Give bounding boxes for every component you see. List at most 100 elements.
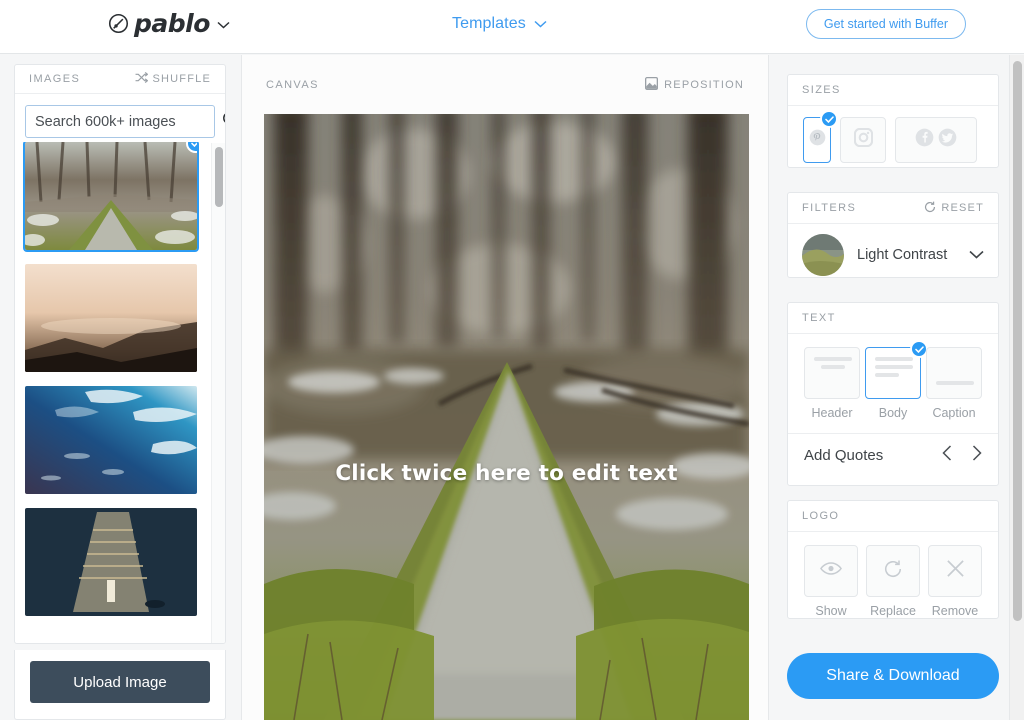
text-option-caption-preview <box>926 347 982 399</box>
pinterest-icon <box>809 129 826 151</box>
logo-show-label: Show <box>815 604 847 618</box>
chevron-left-icon[interactable] <box>942 445 952 466</box>
preview-bar <box>936 381 974 385</box>
search-field-wrapper[interactable] <box>25 105 225 138</box>
brand-wordmark: pablo <box>134 9 210 38</box>
get-started-with-buffer-button[interactable]: Get started with Buffer <box>805 9 966 39</box>
check-icon <box>820 110 838 128</box>
filters-card: FILTERS RESET Light Contrast <box>787 192 999 278</box>
templates-menu[interactable]: Templates <box>452 15 547 33</box>
filters-header: FILTERS RESET <box>788 193 998 224</box>
preview-bar <box>821 365 845 369</box>
image-thumbnail-list <box>15 142 225 643</box>
image-thumbnail-forest-path[interactable] <box>23 142 199 252</box>
canvas-column: CANVAS REPOSITION Click twice here to ed… <box>241 55 769 720</box>
sizes-card: SIZES <box>787 74 999 168</box>
brand-logo[interactable]: pablo <box>108 11 230 36</box>
preview-bar <box>814 357 852 361</box>
text-option-caption[interactable]: Caption <box>926 347 982 420</box>
share-and-download-button[interactable]: Share & Download <box>787 653 999 699</box>
twitter-icon <box>938 128 957 152</box>
text-title: TEXT <box>802 312 836 324</box>
filter-selected-name: Light Contrast <box>857 247 948 263</box>
filters-title: FILTERS <box>802 202 857 214</box>
images-panel-title: IMAGES <box>29 73 81 85</box>
reset-circle-icon <box>924 201 936 216</box>
text-option-header-preview <box>804 347 860 399</box>
quotes-arrows <box>942 445 982 466</box>
image-thumbnail-misty-mountain[interactable] <box>25 264 197 372</box>
image-thumbnail-stairway-light[interactable] <box>25 508 197 616</box>
sizes-options <box>788 106 998 163</box>
upload-zone: Upload Image <box>14 650 226 720</box>
logo-replace-box <box>866 545 920 597</box>
chevron-down-icon[interactable] <box>969 246 984 264</box>
instagram-icon <box>853 127 873 152</box>
facebook-icon <box>915 128 934 152</box>
logo-options: Show Replace Remove <box>788 532 998 618</box>
logo-remove-button[interactable]: Remove <box>928 545 982 618</box>
shuffle-label: SHUFFLE <box>152 73 211 85</box>
preview-bar <box>875 365 913 369</box>
text-option-header-label: Header <box>811 406 853 420</box>
size-option-pinterest[interactable] <box>803 110 838 163</box>
cta-label: Get started with Buffer <box>823 17 948 31</box>
top-bar: pablo Templates Get started with Buffer <box>0 0 1024 54</box>
filter-preview-thumbnail <box>802 234 844 276</box>
page-scrollbar[interactable] <box>1009 55 1024 720</box>
chevron-right-icon[interactable] <box>972 445 982 466</box>
canvas-header: CANVAS REPOSITION <box>242 55 768 114</box>
text-options: Header Body Caption <box>788 334 998 420</box>
logo-header: LOGO <box>788 501 998 532</box>
preview-bar <box>875 357 913 361</box>
search-icon[interactable] <box>222 111 225 133</box>
upload-image-button[interactable]: Upload Image <box>30 661 210 703</box>
logo-show-button[interactable]: Show <box>804 545 858 618</box>
canvas-title: CANVAS <box>266 78 319 91</box>
shuffle-button[interactable]: SHUFFLE <box>135 71 211 86</box>
logo-card: LOGO Show Replace Remove <box>787 500 999 619</box>
refresh-icon <box>883 559 903 584</box>
images-scrollbar[interactable] <box>211 143 225 643</box>
text-header: TEXT <box>788 303 998 334</box>
eye-icon <box>820 561 842 581</box>
text-card: TEXT Header Body Caption Add Quotes <box>787 302 999 486</box>
images-scrollbar-thumb[interactable] <box>215 147 223 207</box>
right-panel: SIZES FILTERS RESET Light Contrast TEXT … <box>770 55 1024 720</box>
logo-replace-button[interactable]: Replace <box>866 545 920 618</box>
text-option-body-preview <box>865 340 928 399</box>
logo-title: LOGO <box>802 510 840 522</box>
logo-remove-label: Remove <box>931 604 979 618</box>
filters-reset-button[interactable]: RESET <box>924 201 984 216</box>
add-quotes-label: Add Quotes <box>804 447 884 464</box>
size-option-facebook-twitter[interactable] <box>895 117 977 163</box>
logo-show-box <box>804 545 858 597</box>
close-x-icon <box>946 559 965 583</box>
reposition-button[interactable]: REPOSITION <box>645 76 744 93</box>
size-option-instagram[interactable] <box>840 117 886 163</box>
reposition-icon <box>645 76 659 93</box>
filter-selector[interactable]: Light Contrast <box>788 224 998 276</box>
filters-reset-label: RESET <box>941 202 984 214</box>
sizes-header: SIZES <box>788 75 998 106</box>
logo-replace-label: Replace <box>870 604 916 618</box>
search-input[interactable] <box>35 113 222 130</box>
chevron-down-icon[interactable] <box>217 16 230 34</box>
canvas-overlay-text[interactable]: Click twice here to edit text <box>264 461 749 486</box>
logo-remove-box <box>928 545 982 597</box>
page-scrollbar-thumb[interactable] <box>1013 61 1022 621</box>
reposition-label: REPOSITION <box>664 78 744 91</box>
text-option-body-label: Body <box>878 406 908 420</box>
shuffle-icon <box>135 71 149 86</box>
text-option-body[interactable]: Body <box>865 340 928 420</box>
canvas-photo <box>264 114 749 720</box>
add-quotes-row: Add Quotes <box>788 433 998 466</box>
image-thumbnail-ocean-wave[interactable] <box>25 386 197 494</box>
canvas-stage[interactable]: Click twice here to edit text <box>264 114 749 720</box>
text-option-header[interactable]: Header <box>804 347 860 420</box>
chevron-down-icon <box>534 15 547 33</box>
preview-bar <box>875 373 899 377</box>
pablo-circle-slash-logo <box>108 13 129 34</box>
images-panel-header: IMAGES SHUFFLE <box>15 65 225 94</box>
text-option-caption-label: Caption <box>932 406 976 420</box>
